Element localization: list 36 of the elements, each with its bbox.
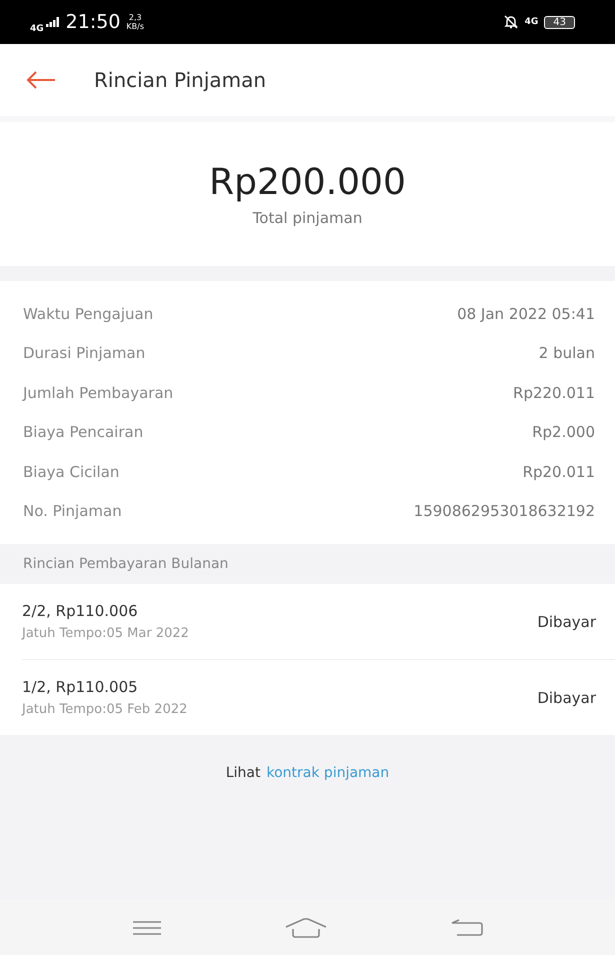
back-arrow-icon[interactable] (26, 70, 56, 90)
battery-indicator: 43 (544, 16, 575, 28)
detail-value: 2 bulan (538, 344, 595, 362)
clock-time: 21:50 (66, 11, 120, 33)
network-label: 4G (30, 24, 44, 34)
detail-value: Rp2.000 (532, 423, 595, 442)
footer-text: Lihat (226, 765, 260, 783)
bell-muted-icon (502, 14, 519, 30)
loan-amount: Rp200.000 (209, 162, 406, 202)
menu-icon[interactable] (132, 920, 162, 936)
detail-label: Biaya Cicilan (23, 462, 120, 481)
detail-value: Rp220.011 (513, 384, 595, 402)
payment-status: Dibayar (537, 612, 596, 630)
back-icon[interactable] (451, 918, 484, 936)
detail-label: No. Pinjaman (23, 502, 122, 520)
due-date: Jatuh Tempo:05 Mar 2022 (22, 626, 189, 641)
network-label: 4G (524, 17, 538, 27)
detail-label: Durasi Pinjaman (23, 344, 146, 362)
installment-title: 1/2, Rp110.005 (22, 678, 139, 696)
page-title: Rincian Pinjaman (94, 68, 266, 92)
section-heading: Rincian Pembayaran Bulanan (22, 555, 230, 574)
detail-value: 1590862953018632192 (414, 502, 595, 520)
amount-caption: Total pinjaman (252, 208, 362, 226)
signal-icon (46, 17, 60, 27)
speed-value: 2,3 (128, 13, 143, 22)
installment-title: 2/2, Rp110.006 (22, 602, 139, 620)
detail-label: Waktu Pengajuan (23, 304, 154, 323)
detail-label: Biaya Pencairan (23, 423, 144, 442)
due-date: Jatuh Tempo:05 Feb 2022 (22, 702, 188, 717)
detail-label: Jumlah Pembayaran (23, 384, 174, 402)
speed-unit: KB/s (126, 22, 144, 31)
contract-link[interactable]: kontrak pinjaman (266, 765, 390, 900)
home-icon[interactable] (285, 918, 328, 938)
detail-value: Rp20.011 (522, 462, 595, 481)
detail-value: 08 Jan 2022 05:41 (457, 304, 595, 323)
payment-status: Dibayar (537, 688, 596, 706)
